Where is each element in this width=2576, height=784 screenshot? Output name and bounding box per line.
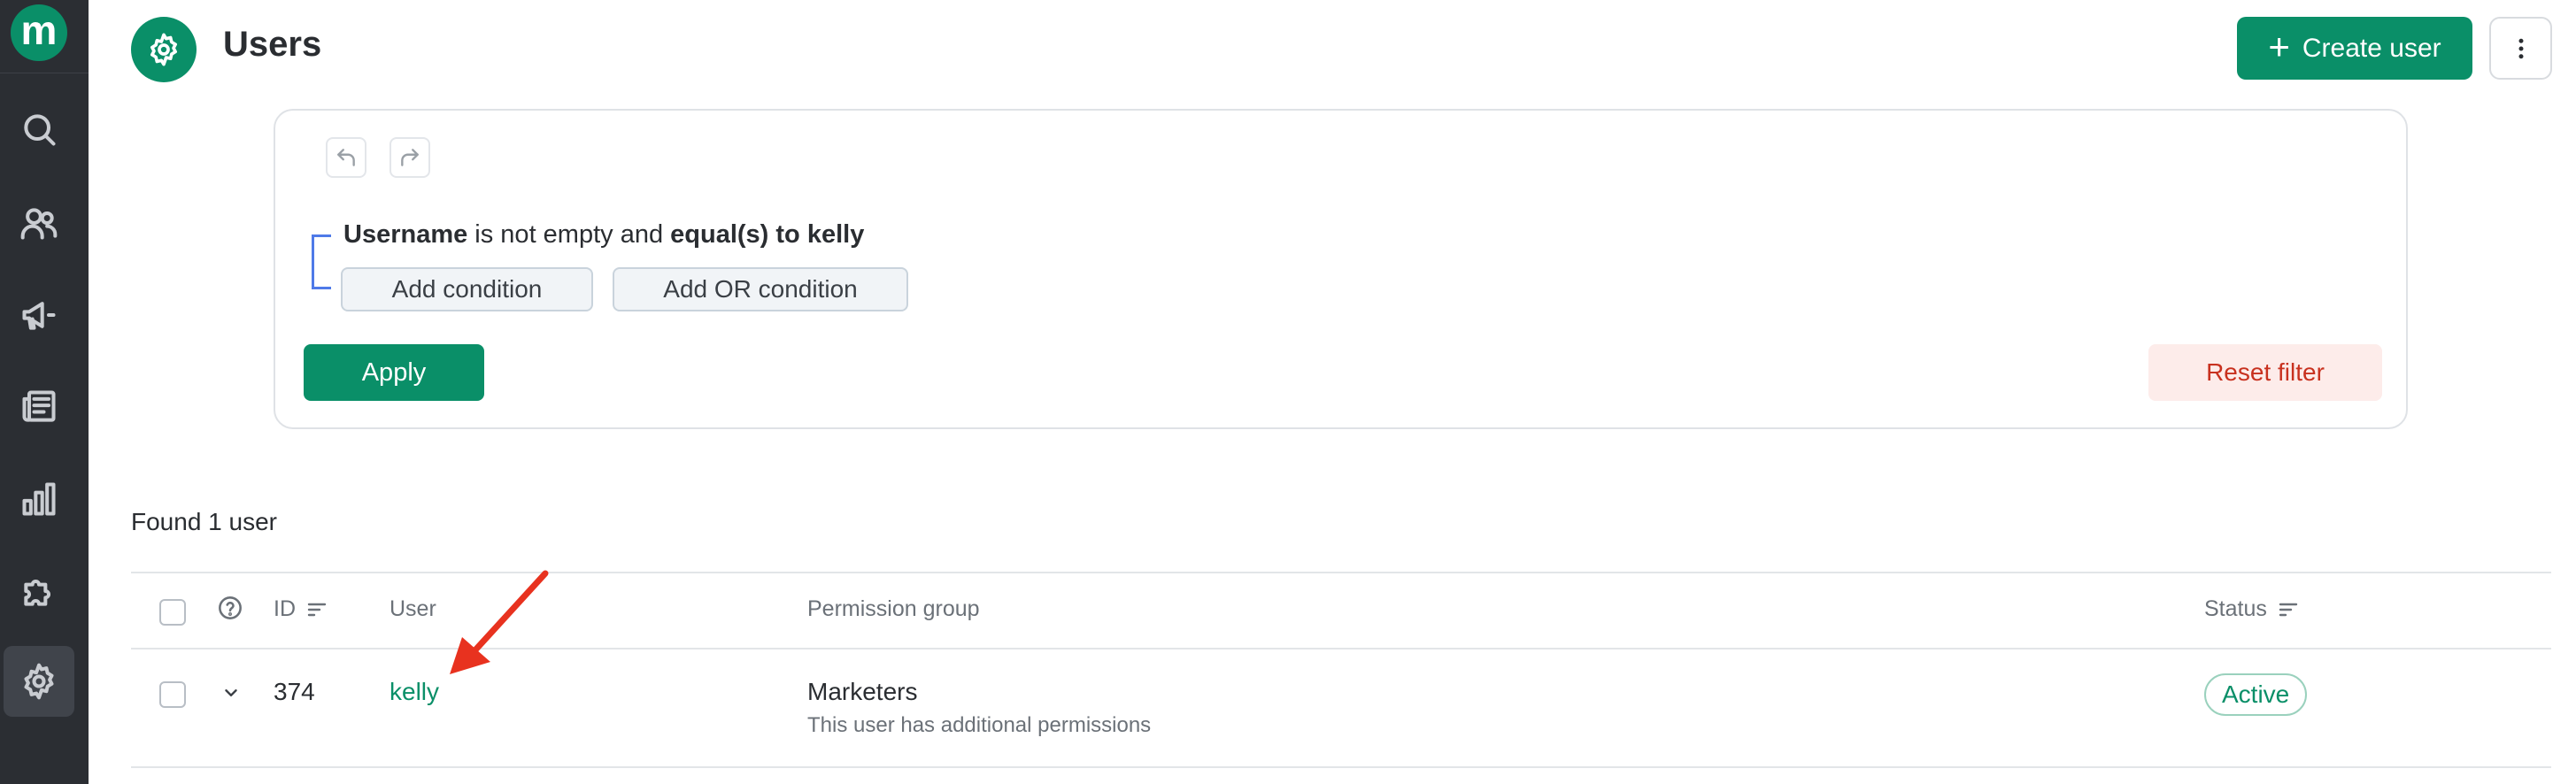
app-logo[interactable]: m (11, 4, 67, 61)
filter-condition[interactable]: Username is not empty and equal(s) to ke… (343, 220, 864, 250)
redo-button[interactable] (389, 137, 430, 178)
sidebar-item-search[interactable] (4, 94, 74, 165)
status-badge: Active (2204, 673, 2308, 716)
page-title: Users (223, 25, 322, 64)
column-header-permission-group: Permission group (807, 596, 980, 621)
sidebar-item-integrations[interactable] (4, 556, 74, 626)
sidebar-item-users[interactable] (4, 188, 74, 258)
puzzle-icon (24, 580, 50, 606)
condition-field: Username (343, 220, 468, 249)
select-all-checkbox[interactable] (159, 599, 186, 626)
gear-icon (24, 663, 54, 700)
megaphone-icon (22, 302, 56, 330)
create-user-label: Create user (2302, 33, 2441, 63)
add-condition-button[interactable]: Add condition (341, 267, 593, 311)
help-icon[interactable] (218, 596, 243, 620)
results-count: Found 1 user (131, 508, 277, 535)
kebab-menu-icon (2518, 38, 2523, 58)
sort-icon (2279, 603, 2298, 616)
user-name-cell: kelly (389, 678, 439, 706)
page-icon (131, 17, 197, 82)
apply-button[interactable]: Apply (304, 344, 484, 401)
chevron-down-icon (225, 689, 237, 696)
add-or-condition-button[interactable]: Add OR condition (613, 267, 908, 311)
user-id: 374 (274, 678, 315, 705)
plus-icon: + (2268, 25, 2290, 67)
bar-chart-icon (22, 482, 56, 516)
sidebar-item-reports[interactable] (4, 464, 74, 534)
filter-panel: Username is not empty and equal(s) to ke… (274, 109, 2408, 429)
search-icon (24, 114, 56, 146)
sidebar-item-content[interactable] (4, 372, 74, 442)
sidebar-item-settings[interactable] (4, 646, 74, 717)
condition-middle: is not empty and (467, 220, 671, 249)
reset-filter-button[interactable]: Reset filter (2148, 344, 2382, 401)
row-checkbox[interactable] (159, 681, 186, 708)
sidebar: m (0, 0, 89, 784)
sort-icon (307, 603, 327, 616)
create-user-button[interactable]: + Create user (2237, 17, 2472, 80)
column-header-id[interactable]: ID (274, 596, 328, 622)
sidebar-item-campaigns[interactable] (4, 280, 74, 350)
annotation-arrow-icon (450, 570, 549, 674)
permission-group: Marketers (807, 678, 918, 705)
newspaper-icon (22, 390, 56, 422)
condition-group-bracket (312, 234, 331, 289)
undo-icon (337, 149, 355, 166)
condition-operator: equal(s) to kelly (670, 220, 865, 249)
permission-note: This user has additional permissions (807, 713, 1152, 737)
redo-icon (401, 149, 419, 166)
gear-icon (150, 33, 177, 66)
column-header-status[interactable]: Status (2204, 596, 2299, 622)
undo-button[interactable] (326, 137, 366, 178)
users-icon (20, 208, 58, 240)
column-header-user: User (389, 596, 436, 621)
user-name-link[interactable]: kelly (389, 678, 439, 705)
more-options-button[interactable] (2489, 17, 2552, 80)
expand-row-button[interactable] (221, 683, 241, 703)
table-bottom-border (131, 766, 2551, 768)
